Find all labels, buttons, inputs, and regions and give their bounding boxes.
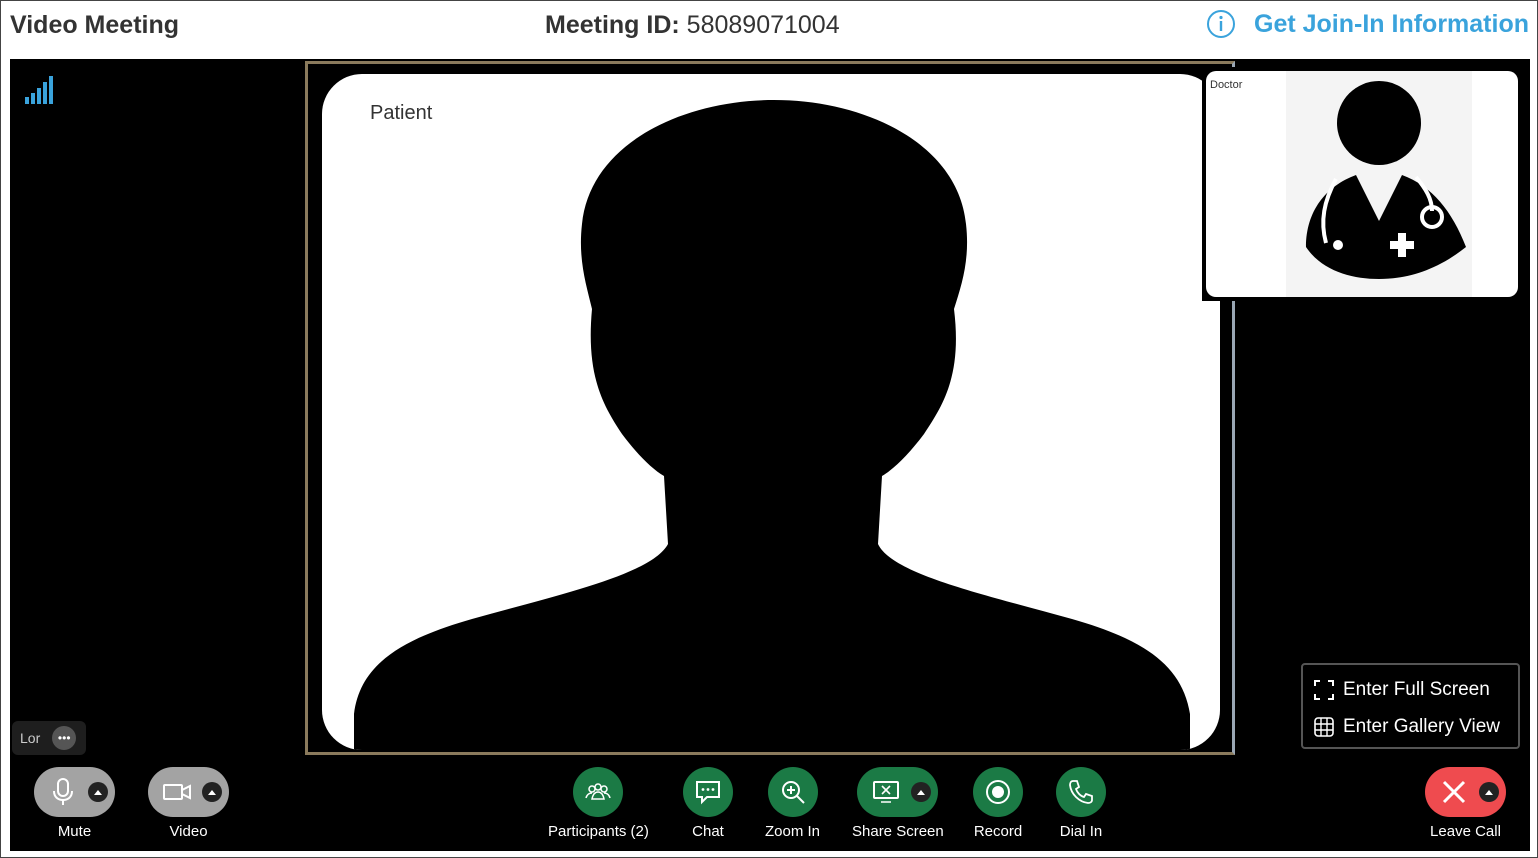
participants-button[interactable]: Participants (2): [548, 767, 649, 840]
share-screen-pill: [857, 767, 939, 817]
dial-in-label: Dial In: [1059, 823, 1103, 840]
more-dots-icon[interactable]: •••: [52, 726, 77, 750]
meeting-id-label: Meeting ID:: [545, 11, 680, 39]
video-options-caret[interactable]: [202, 782, 222, 802]
record-circle: [973, 767, 1023, 817]
self-name: Lor: [20, 730, 41, 746]
leave-call-label: Leave Call: [1430, 823, 1501, 840]
leave-call-options-caret[interactable]: [1479, 782, 1499, 802]
video-button[interactable]: Video: [148, 767, 229, 840]
enter-full-screen-button[interactable]: Enter Full Screen: [1313, 671, 1508, 708]
record-button[interactable]: Record: [973, 767, 1023, 840]
video-stage: Patient Doctor Enter Full Screen Enter G…: [10, 59, 1530, 851]
chat-circle: [683, 767, 733, 817]
zoom-in-button[interactable]: Zoom In: [765, 767, 820, 840]
doctor-avatar-icon: [1286, 71, 1472, 297]
dial-in-circle: [1056, 767, 1106, 817]
leave-call-button[interactable]: Leave Call: [1425, 767, 1506, 840]
share-screen-button[interactable]: Share Screen: [852, 767, 944, 840]
main-video-label: Patient: [370, 102, 433, 124]
doctor-video: Doctor: [1206, 71, 1518, 297]
dial-in-button[interactable]: Dial In: [1056, 767, 1106, 840]
participants-icon: [585, 783, 612, 800]
self-name-tag: Lor •••: [12, 721, 86, 755]
main-video-tile[interactable]: Patient: [305, 61, 1235, 755]
meeting-id-value: 58089071004: [686, 11, 840, 39]
meeting-window: Video Meeting Meeting ID: 58089071004 Ge…: [0, 0, 1538, 858]
caret-up-icon: [1485, 790, 1493, 795]
chat-button[interactable]: Chat: [683, 767, 733, 840]
view-options-menu: Enter Full Screen Enter Gallery View: [1301, 663, 1520, 749]
record-label: Record: [973, 823, 1023, 840]
info-icon: [1207, 10, 1235, 38]
meeting-id: Meeting ID: 58089071004: [545, 11, 840, 40]
caret-up-icon: [94, 790, 102, 795]
call-toolbar: Mute Video Participants (2) Chat Zoom In…: [10, 757, 1530, 851]
gallery-grid-icon: [1314, 716, 1334, 737]
mute-button[interactable]: Mute: [34, 767, 115, 840]
share-screen-icon: [872, 781, 899, 803]
mute-options-caret[interactable]: [88, 782, 108, 802]
video-pill: [148, 767, 229, 817]
mute-label: Mute: [57, 823, 92, 840]
app-title: Video Meeting: [10, 11, 180, 39]
enter-full-screen-label: Enter Full Screen: [1343, 678, 1490, 700]
signal-strength-icon: [25, 76, 53, 104]
mute-pill: [34, 767, 115, 817]
person-silhouette-icon: [354, 100, 1190, 750]
zoom-in-circle: [767, 767, 818, 817]
video-label: Video: [169, 823, 208, 840]
leave-call-pill: [1425, 767, 1506, 817]
zoom-in-icon: [781, 781, 805, 804]
join-info-label: Get Join-In Information: [1254, 9, 1529, 38]
pip-video-tile[interactable]: Doctor: [1202, 67, 1522, 301]
chat-icon: [696, 781, 720, 805]
chat-label: Chat: [692, 823, 724, 840]
video-camera-icon: [162, 784, 191, 800]
microphone-icon: [52, 778, 73, 805]
fullscreen-icon: [1314, 679, 1334, 700]
enter-gallery-view-label: Enter Gallery View: [1343, 715, 1500, 737]
share-screen-options-caret[interactable]: [911, 782, 932, 802]
caret-up-icon: [208, 790, 216, 795]
patient-video: Patient: [322, 74, 1220, 750]
join-info-link[interactable]: Get Join-In Information: [1206, 9, 1529, 39]
enter-gallery-view-button[interactable]: Enter Gallery View: [1313, 708, 1508, 745]
caret-up-icon: [917, 790, 926, 795]
pip-video-label: Doctor: [1210, 79, 1243, 91]
participants-label: Participants (2): [548, 823, 649, 840]
header-bar: Video Meeting Meeting ID: 58089071004 Ge…: [1, 1, 1537, 57]
phone-icon: [1069, 780, 1093, 804]
record-icon: [986, 780, 1010, 804]
zoom-in-label: Zoom In: [765, 823, 821, 840]
share-screen-label: Share Screen: [852, 823, 944, 840]
participants-circle: [573, 767, 624, 817]
close-icon: [1442, 780, 1465, 804]
